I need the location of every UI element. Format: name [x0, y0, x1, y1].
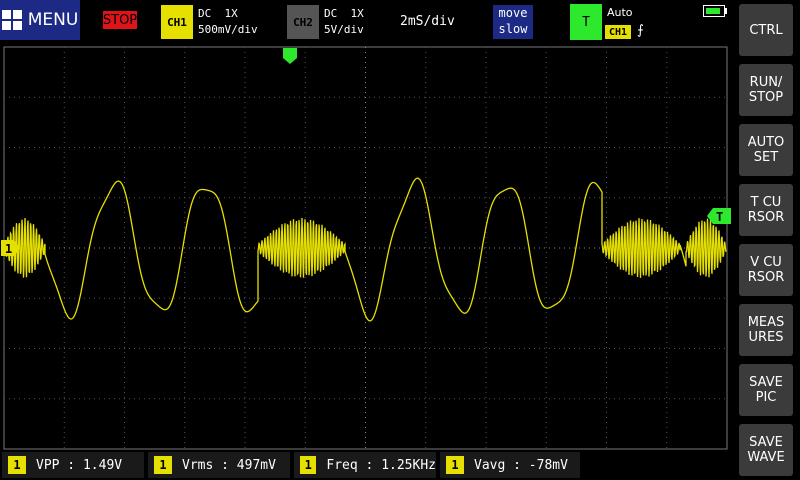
measurement-value: 497mV [236, 457, 276, 473]
side-button-vcursor[interactable]: V CU RSOR [739, 244, 793, 296]
scope-display[interactable]: 1 T [0, 0, 734, 452]
measurement-label: Freq [326, 457, 358, 473]
measurement-channel: 1 [8, 456, 26, 474]
measurement-channel: 1 [154, 456, 172, 474]
ch1-waveform [3, 177, 727, 322]
measurement-vrms[interactable]: 1 Vrms : 497mV [148, 452, 290, 478]
measurement-channel: 1 [300, 456, 317, 474]
measurement-value: 1.49V [82, 457, 123, 473]
side-button-ctrl[interactable]: CTRL [739, 4, 793, 56]
measurement-vavg[interactable]: 1 Vavg : -78mV [440, 452, 580, 478]
measurement-label: VPP [36, 457, 60, 473]
trigger-position-marker[interactable] [283, 48, 297, 64]
side-button-tcursor[interactable]: T CU RSOR [739, 184, 793, 236]
measurement-freq[interactable]: 1 Freq : 1.25KHz [294, 452, 436, 478]
side-button-measures[interactable]: MEAS URES [739, 304, 793, 356]
measurement-value: -78mV [528, 457, 568, 473]
measurement-value: 1.25KHz [381, 457, 436, 473]
side-button-savewave[interactable]: SAVE WAVE [739, 424, 793, 476]
side-button-runstop[interactable]: RUN/ STOP [739, 64, 793, 116]
measurement-label: Vrms [182, 457, 214, 473]
trigger-level-label: T [716, 210, 723, 224]
ch1-level-label: 1 [5, 242, 12, 256]
side-button-savepic[interactable]: SAVE PIC [739, 364, 793, 416]
measurement-label: Vavg [474, 457, 506, 473]
measurement-channel: 1 [446, 456, 464, 474]
measurement-vpp[interactable]: 1 VPP : 1.49V [2, 452, 144, 478]
side-button-autoset[interactable]: AUTO SET [739, 124, 793, 176]
